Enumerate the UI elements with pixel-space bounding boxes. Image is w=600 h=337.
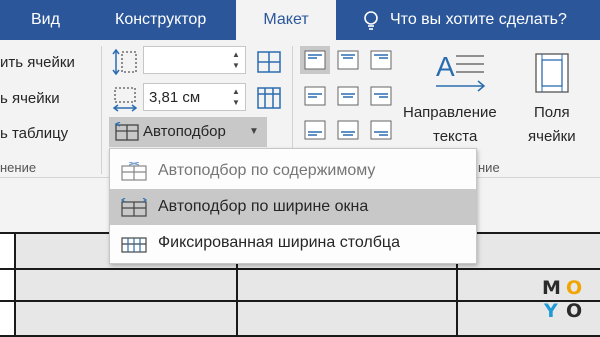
spin-down-icon[interactable]: ▼: [231, 99, 241, 107]
distribute-columns-icon[interactable]: [256, 86, 282, 110]
align-bottom-left-icon: [304, 120, 326, 140]
menu-item-label: Автоподбор по ширине окна: [158, 198, 369, 215]
cell-margins-icon: [535, 53, 569, 93]
watermark-letter: Y: [544, 300, 558, 322]
align-bottom-left-button[interactable]: [300, 116, 330, 144]
fixed-column-width-icon: [121, 237, 147, 253]
menu-item-label: Автоподбор по содержимому: [158, 162, 376, 179]
align-bottom-right-icon: [370, 120, 392, 140]
menu-item-label: Фиксированная ширина столбца: [158, 234, 400, 251]
tell-me-box[interactable]: Что вы хотите сделать?: [362, 0, 567, 40]
table-row-border: [0, 268, 600, 270]
table-column-border: [14, 232, 16, 337]
cell-margins-button[interactable]: Поля: [534, 104, 570, 121]
align-top-left-button[interactable]: [300, 46, 330, 74]
row-height-field[interactable]: ▲ ▼: [143, 46, 246, 74]
distribute-rows-icon[interactable]: [256, 50, 282, 74]
menu-item-autofit-window[interactable]: Автоподбор по ширине окна: [110, 189, 476, 225]
align-middle-left-icon: [304, 86, 326, 106]
moyo-watermark-logo: M O Y O: [540, 276, 588, 324]
lightbulb-icon: [364, 11, 378, 30]
tab-view[interactable]: Вид: [31, 0, 60, 40]
merge-group-label: нение: [0, 160, 37, 175]
autofit-window-icon: [120, 198, 148, 217]
align-bottom-right-button[interactable]: [366, 116, 396, 144]
ribbon-tab-bar: Вид Конструктор Макет Что вы хотите сдел…: [0, 0, 600, 40]
text-direction-button[interactable]: Направление: [403, 104, 497, 121]
watermark-letter: O: [566, 300, 583, 322]
align-bottom-center-icon: [337, 120, 359, 140]
spin-up-icon[interactable]: ▲: [231, 51, 241, 59]
align-top-center-icon: [337, 50, 359, 70]
column-width-value: 3,81 см: [149, 89, 201, 106]
column-width-field[interactable]: 3,81 см ▲ ▼: [143, 83, 246, 111]
watermark-letter: O: [566, 277, 583, 299]
align-top-right-icon: [370, 50, 392, 70]
text-direction-label-2: текста: [433, 128, 478, 145]
align-top-center-button[interactable]: [333, 46, 363, 74]
alignment-group-label: ние: [478, 160, 500, 175]
column-width-icon: [112, 87, 138, 112]
align-bottom-center-button[interactable]: [333, 116, 363, 144]
svg-text:A: A: [436, 51, 455, 82]
align-middle-right-button[interactable]: [366, 82, 396, 110]
align-top-right-button[interactable]: [366, 46, 396, 74]
menu-item-autofit-contents[interactable]: Автоподбор по содержимому: [110, 153, 476, 189]
autofit-contents-icon: [121, 162, 147, 181]
menu-item-fixed-width[interactable]: Фиксированная ширина столбца: [110, 225, 476, 261]
align-middle-center-button[interactable]: [333, 82, 363, 110]
chevron-down-icon: ▼: [249, 126, 259, 137]
tab-design[interactable]: Конструктор: [115, 0, 206, 40]
align-top-left-icon: [304, 50, 326, 70]
autofit-menu: Автоподбор по содержимому Автоподбор по …: [109, 148, 477, 264]
spin-down-icon[interactable]: ▼: [231, 62, 241, 70]
autofit-icon: [114, 122, 139, 141]
split-cells-button[interactable]: ь ячейки: [0, 90, 60, 107]
autofit-label: Автоподбор: [143, 123, 226, 140]
cell-margins-label-2: ячейки: [528, 128, 576, 145]
align-middle-center-icon: [337, 86, 359, 106]
row-height-icon: [112, 48, 137, 76]
group-divider: [101, 46, 102, 174]
autofit-button[interactable]: Автоподбор ▼: [109, 117, 267, 147]
tab-layout[interactable]: Макет: [236, 0, 336, 40]
merge-cells-button[interactable]: ить ячейки: [0, 54, 75, 71]
table-row-border: [0, 300, 600, 302]
tell-me-label: Что вы хотите сделать?: [390, 11, 567, 28]
table-margin: [0, 232, 14, 337]
align-middle-left-button[interactable]: [300, 82, 330, 110]
watermark-letter: M: [542, 277, 561, 299]
align-middle-right-icon: [370, 86, 392, 106]
text-direction-icon: A: [436, 51, 486, 92]
spin-up-icon[interactable]: ▲: [231, 88, 241, 96]
split-table-button[interactable]: ь таблицу: [0, 125, 68, 142]
